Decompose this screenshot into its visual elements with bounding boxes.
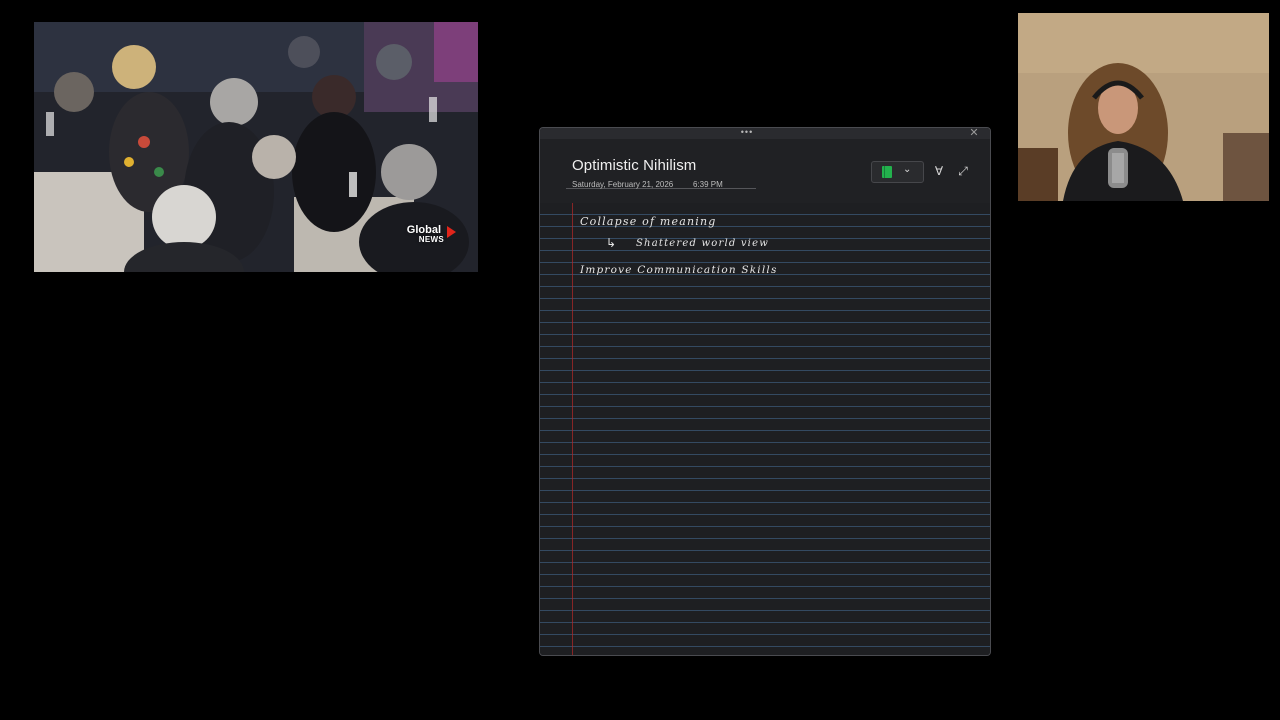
notebook-icon bbox=[882, 166, 892, 178]
expand-button[interactable]: ⤢ bbox=[954, 162, 972, 180]
pen-tool-button[interactable]: ∀ bbox=[930, 162, 948, 180]
ruled-note-page[interactable]: Collapse of meaning ↳ Shattered world vi… bbox=[540, 203, 990, 655]
ink-text-line: Shattered world view bbox=[636, 238, 769, 249]
section-picker-button[interactable]: ⌄ bbox=[871, 161, 924, 183]
margin-line bbox=[572, 203, 573, 655]
webcam-feed bbox=[1018, 13, 1269, 201]
logo-line2: NEWS bbox=[418, 235, 444, 244]
drag-grip-icon[interactable]: ••• bbox=[740, 128, 754, 137]
ink-arrow-icon: ↳ bbox=[606, 236, 618, 250]
note-header: Optimistic Nihilism Saturday, February 2… bbox=[540, 139, 990, 203]
ink-text-line: Collapse of meaning bbox=[580, 215, 717, 228]
ink-text-line: Improve Communication Skills bbox=[580, 264, 778, 276]
logo-mark-icon bbox=[447, 226, 456, 238]
note-date: Saturday, February 21, 2026 bbox=[572, 180, 674, 189]
page-title[interactable]: Optimistic Nihilism bbox=[572, 157, 696, 174]
note-window: ••• ✕ Optimistic Nihilism Saturday, Febr… bbox=[539, 127, 991, 656]
chevron-down-icon: ⌄ bbox=[903, 164, 912, 175]
note-titlebar[interactable]: ••• ✕ bbox=[540, 128, 990, 139]
desktop-stage: Global NEWS ••• ✕ Optimistic Nihilism Sa… bbox=[0, 0, 1280, 720]
note-time: 6:39 PM bbox=[693, 180, 723, 189]
news-video-panel: Global NEWS bbox=[34, 22, 478, 272]
close-button[interactable]: ✕ bbox=[968, 128, 980, 139]
global-news-logo: Global NEWS bbox=[407, 225, 456, 244]
webcam-frame bbox=[1018, 13, 1269, 201]
